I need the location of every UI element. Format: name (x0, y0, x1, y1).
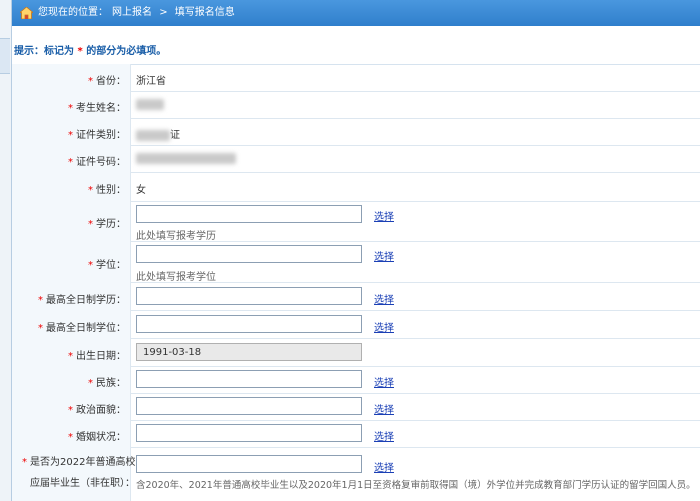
graduate-2022-label-line1: 是否为2022年普通高校 (30, 457, 136, 468)
row-name: * 考生姓名： (12, 91, 700, 119)
ethnicity-select-link[interactable]: 选择 (374, 374, 394, 389)
breadcrumb-online-registration[interactable]: 网上报名 (112, 7, 152, 18)
graduate-2022-input[interactable] (136, 455, 362, 473)
required-mark: * (68, 351, 73, 362)
required-mark: * (88, 76, 93, 87)
required-mark: * (38, 295, 43, 306)
required-mark: * (22, 457, 27, 468)
row-highest-degree: * 最高全日制学位： 选择 (12, 310, 700, 339)
label-cell: * 证件类别： (12, 118, 131, 145)
breadcrumb-bar: 您现在的位置： 网上报名 > 填写报名信息 (12, 0, 700, 26)
required-hint: 提示：标记为 * 的部分为必填项。 (12, 26, 700, 65)
label-cell: * 最高全日制学历： (12, 282, 131, 310)
row-degree: * 学位： 选择 此处填写报考学位 (12, 241, 700, 283)
hint-text-after: 的部分为必填项。 (86, 46, 167, 57)
birth-date-input (136, 343, 362, 361)
label-cell: * 是否为2022年普通高校 应届毕业生（非在职）： (12, 447, 135, 501)
ethnicity-label: 民族： (96, 378, 126, 389)
required-mark: * (68, 130, 73, 141)
label-cell: * 最高全日制学位： (12, 310, 131, 338)
row-ethnicity: * 民族： 选择 (12, 366, 700, 394)
left-frame-strip (0, 0, 12, 501)
label-cell: * 出生日期： (12, 338, 131, 366)
marital-status-select-link[interactable]: 选择 (374, 428, 394, 443)
education-select-link[interactable]: 选择 (374, 208, 394, 223)
label-cell: * 政治面貌： (12, 393, 131, 420)
id-type-suffix: 证 (170, 130, 180, 141)
degree-label: 学位： (96, 260, 126, 271)
birth-date-label: 出生日期： (76, 351, 126, 362)
label-cell: * 性别： (12, 172, 131, 201)
graduate-2022-note: 含2020年、2021年普通高校毕业生以及2020年1月1日至资格复审前取得国（… (136, 480, 696, 491)
degree-input[interactable] (136, 245, 362, 263)
highest-degree-select-link[interactable]: 选择 (374, 319, 394, 334)
required-mark: * (88, 185, 93, 196)
political-status-input[interactable] (136, 397, 362, 415)
required-mark: * (68, 157, 73, 168)
breadcrumb-separator: > (159, 7, 168, 18)
highest-degree-label: 最高全日制学位： (46, 323, 126, 334)
education-label: 学历： (96, 219, 126, 230)
label-cell: * 省份： (12, 64, 131, 91)
province-value: 浙江省 (136, 76, 166, 87)
row-education: * 学历： 选择 此处填写报考学历 (12, 201, 700, 242)
marital-status-label: 婚姻状况： (76, 432, 126, 443)
degree-select-link[interactable]: 选择 (374, 248, 394, 263)
id-number-label: 证件号码： (76, 157, 126, 168)
highest-education-label: 最高全日制学历： (46, 295, 126, 306)
degree-hint: 此处填写报考学位 (136, 272, 216, 283)
political-status-select-link[interactable]: 选择 (374, 401, 394, 416)
hint-text-before: 提示：标记为 (14, 46, 74, 57)
row-political-status: * 政治面貌： 选择 (12, 393, 700, 421)
label-cell: * 民族： (12, 366, 131, 393)
id-type-label: 证件类别： (76, 130, 126, 141)
label-cell: * 学位： (12, 241, 131, 282)
row-province: * 省份： 浙江省 (12, 64, 700, 92)
required-mark: * (88, 378, 93, 389)
home-icon (20, 7, 33, 19)
highest-degree-input[interactable] (136, 315, 362, 333)
label-cell: * 考生姓名： (12, 91, 131, 118)
name-label: 考生姓名： (76, 103, 126, 114)
row-id-number: * 证件号码： (12, 145, 700, 173)
education-input[interactable] (136, 205, 362, 223)
hint-star: * (77, 46, 83, 57)
label-cell: * 婚姻状况： (12, 420, 131, 447)
row-id-type: * 证件类别： 证 (12, 118, 700, 146)
gender-label: 性别： (96, 185, 126, 196)
gender-value: 女 (136, 185, 146, 196)
highest-education-input[interactable] (136, 287, 362, 305)
id-type-value: 证 (136, 126, 180, 141)
row-highest-education: * 最高全日制学历： 选择 (12, 282, 700, 311)
label-cell: * 学历： (12, 201, 131, 241)
required-mark: * (88, 219, 93, 230)
marital-status-input[interactable] (136, 424, 362, 442)
id-number-value-redacted (136, 153, 236, 165)
name-value-redacted (136, 99, 164, 111)
row-birth-date: * 出生日期： (12, 338, 700, 367)
education-hint: 此处填写报考学历 (136, 231, 216, 242)
highest-education-select-link[interactable]: 选择 (374, 291, 394, 306)
row-marital-status: * 婚姻状况： 选择 (12, 420, 700, 448)
required-mark: * (88, 260, 93, 271)
graduate-2022-label-line2: 应届毕业生（非在职）： (30, 478, 135, 489)
label-cell: * 证件号码： (12, 145, 131, 172)
graduate-2022-select-link[interactable]: 选择 (374, 459, 394, 474)
province-label: 省份： (96, 76, 126, 87)
required-mark: * (68, 103, 73, 114)
required-mark: * (68, 405, 73, 416)
left-frame-tab[interactable] (0, 38, 10, 74)
required-mark: * (68, 432, 73, 443)
breadcrumb-prefix: 您现在的位置： (38, 7, 108, 18)
required-mark: * (38, 323, 43, 334)
row-graduate-2022: * 是否为2022年普通高校 应届毕业生（非在职）： 选择 含2020年、2021… (12, 447, 700, 501)
ethnicity-input[interactable] (136, 370, 362, 388)
political-status-label: 政治面貌： (76, 405, 126, 416)
breadcrumb: 您现在的位置： 网上报名 > 填写报名信息 (38, 0, 239, 26)
row-gender: * 性别： 女 (12, 172, 700, 202)
breadcrumb-current-page: 填写报名信息 (174, 7, 235, 18)
